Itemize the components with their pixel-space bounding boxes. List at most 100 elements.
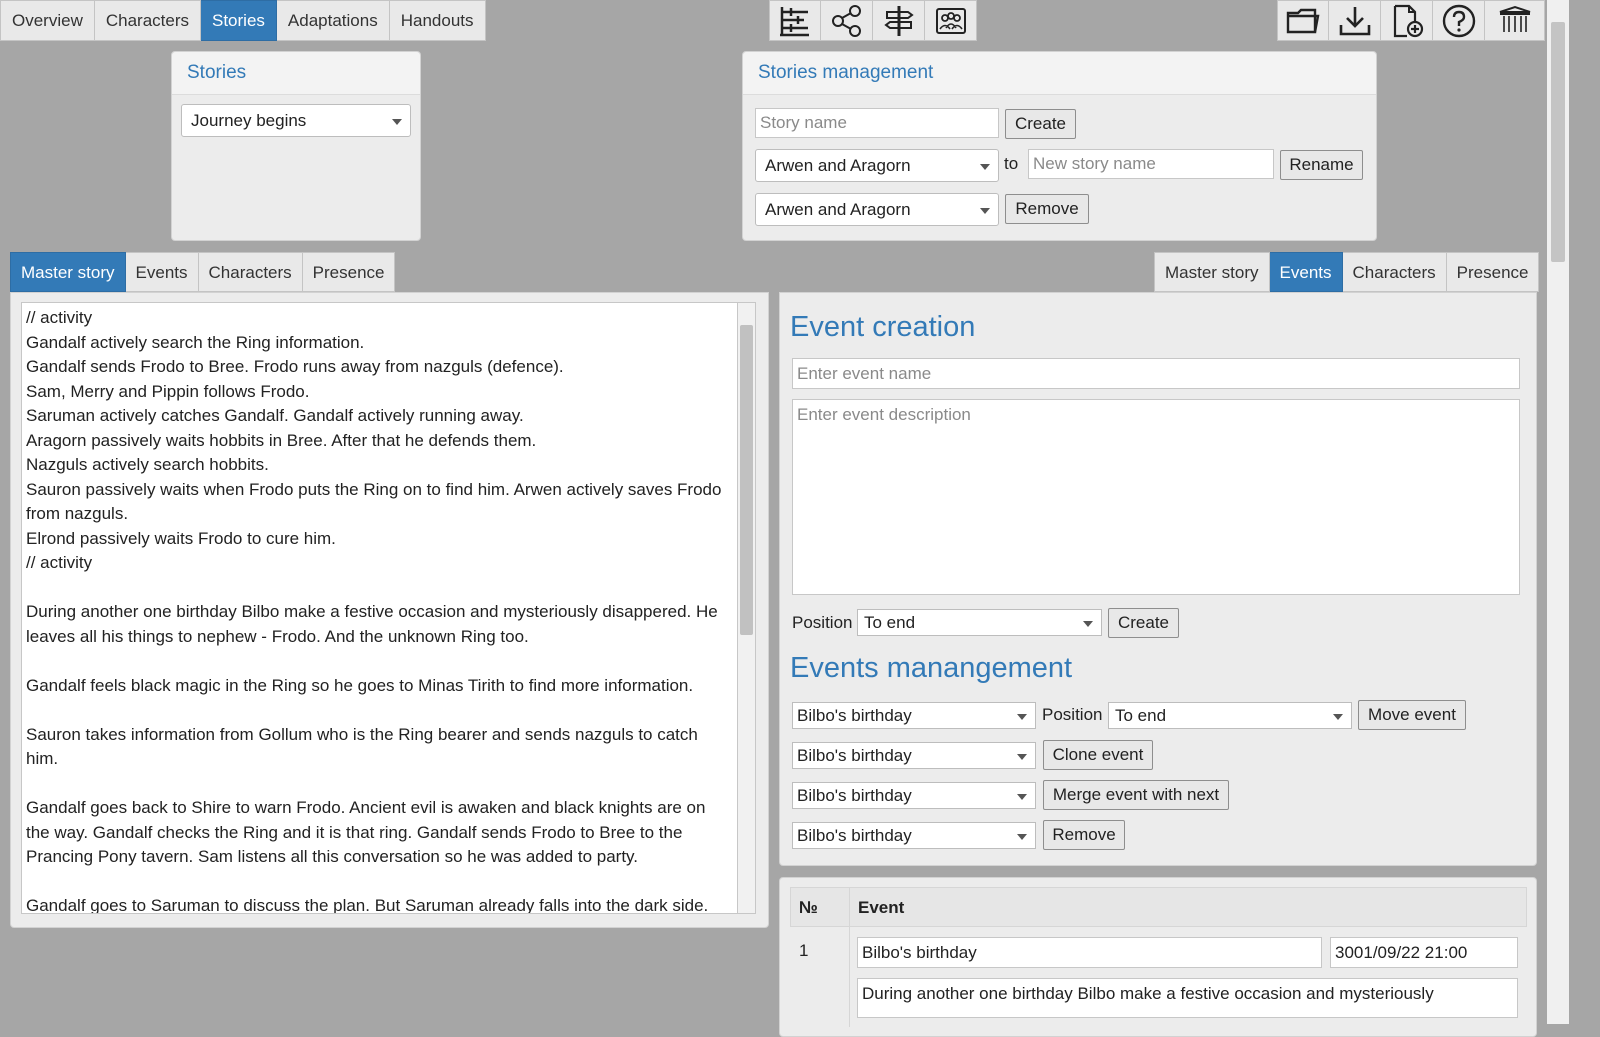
story-line: Elrond passively waits Frodo to cure him… — [26, 528, 336, 548]
left-tab-events[interactable]: Events — [125, 252, 199, 292]
event-position-select[interactable]: To end — [857, 609, 1102, 636]
timeline-icon — [780, 6, 809, 36]
col-number-header: № — [799, 898, 818, 917]
story-line: Saruman actively catches Gandalf. Gandal… — [26, 406, 524, 425]
chevron-down-icon — [1017, 794, 1027, 800]
master-story-textarea[interactable]: // activity Gandalf actively search the R… — [21, 302, 738, 914]
chevron-down-icon — [1017, 834, 1027, 840]
to-label: to — [1004, 154, 1019, 173]
story-select-value: Journey begins — [191, 111, 307, 130]
move-event-select-value: Bilbo's birthday — [797, 706, 912, 725]
group-button[interactable] — [925, 0, 977, 41]
story-line: Sam, Merry and Pippin follows Frodo. — [26, 381, 310, 401]
story-line: Sauron takes information from Gollum who… — [26, 724, 698, 744]
download-button[interactable] — [1329, 0, 1381, 41]
story-line — [26, 576, 733, 601]
rename-story-button[interactable]: Rename — [1280, 150, 1363, 180]
story-line: Nazguls actively search hobbits. — [26, 455, 269, 474]
new-story-name-input[interactable] — [1028, 149, 1274, 179]
open-button[interactable] — [1277, 0, 1329, 41]
story-name-input[interactable] — [755, 108, 999, 138]
master-story-scroll-thumb[interactable] — [740, 325, 753, 635]
chevron-down-icon — [980, 164, 990, 170]
nav-tab-overview[interactable]: Overview — [0, 0, 95, 41]
share-network-icon — [831, 4, 861, 37]
story-line — [26, 772, 733, 797]
group-photo-icon — [935, 7, 966, 34]
event-creation-title: Event creation — [790, 311, 976, 343]
event-description-textarea[interactable] — [792, 399, 1520, 595]
rename-story-select-value: Arwen and Aragorn — [765, 156, 911, 175]
remove-story-select-value: Arwen and Aragorn — [765, 200, 911, 219]
stories-panel: Stories — [171, 51, 421, 241]
move-position-select[interactable]: To end — [1108, 702, 1352, 729]
new-document-icon — [1393, 4, 1423, 37]
new-document-button[interactable] — [1381, 0, 1433, 41]
timeline-button[interactable] — [769, 0, 821, 41]
right-tab-characters[interactable]: Characters — [1342, 252, 1447, 292]
chevron-down-icon — [1017, 714, 1027, 720]
story-line: Gandalf goes back to Shire to warn Frodo… — [26, 798, 706, 817]
right-tab-events[interactable]: Events — [1269, 252, 1343, 292]
nav-tab-stories[interactable]: Stories — [201, 0, 277, 41]
nav-tab-adaptations[interactable]: Adaptations — [276, 0, 390, 41]
story-select[interactable]: Journey begins — [181, 104, 411, 137]
page-scrollbar[interactable] — [1547, 0, 1569, 1024]
event-row-name[interactable]: Bilbo's birthday — [857, 937, 1322, 968]
stories-management-title: Stories management — [743, 52, 1376, 95]
story-line: Gandalf goes to Saruman to discuss the p… — [26, 896, 709, 914]
nav-tab-handouts[interactable]: Handouts — [389, 0, 486, 41]
chevron-down-icon — [1017, 754, 1027, 760]
left-view-tabs: Master story Events Characters Presence — [10, 252, 396, 292]
story-line: Gandalf sends Frodo to Bree. Frodo runs … — [26, 357, 564, 376]
story-line: // activity — [26, 553, 93, 572]
social-network-button[interactable] — [821, 0, 873, 41]
remove-event-button[interactable]: Remove — [1043, 820, 1125, 850]
move-event-button[interactable]: Move event — [1358, 700, 1466, 730]
story-line: the way. Gandalf checks the Ring and it … — [26, 822, 683, 842]
signpost-icon — [883, 5, 914, 36]
remove-story-button[interactable]: Remove — [1005, 194, 1089, 224]
left-tab-master-story[interactable]: Master story — [10, 252, 126, 292]
merge-event-select[interactable]: Bilbo's birthday — [792, 782, 1036, 809]
left-tab-presence[interactable]: Presence — [302, 252, 396, 292]
story-line: Prancing Pony tavern. Sam listens all th… — [26, 847, 639, 866]
library-button[interactable] — [1485, 0, 1545, 41]
story-line: // activity — [26, 308, 93, 327]
nav-tab-characters[interactable]: Characters — [94, 0, 201, 41]
merge-event-button[interactable]: Merge event with next — [1043, 780, 1229, 810]
story-line: Sauron passively waits when Frodo puts t… — [26, 479, 722, 499]
clone-event-button[interactable]: Clone event — [1043, 740, 1153, 770]
create-event-button[interactable]: Create — [1108, 608, 1179, 638]
create-story-button[interactable]: Create — [1005, 109, 1076, 139]
story-line: him. — [26, 749, 59, 768]
remove-story-select[interactable]: Arwen and Aragorn — [755, 193, 999, 226]
right-view-tabs: Master story Events Characters Presence — [1154, 252, 1540, 292]
event-row-number: 1 — [799, 941, 809, 960]
event-position-value: To end — [864, 613, 916, 632]
left-tab-characters[interactable]: Characters — [198, 252, 303, 292]
move-position-value: To end — [1115, 706, 1167, 725]
move-position-label: Position — [1042, 705, 1103, 724]
story-line — [26, 698, 733, 723]
signpost-button[interactable] — [873, 0, 925, 41]
event-row-description[interactable]: During another one birthday Bilbo make a… — [857, 978, 1518, 1018]
move-event-select[interactable]: Bilbo's birthday — [792, 702, 1036, 729]
clone-event-select[interactable]: Bilbo's birthday — [792, 742, 1036, 769]
col-event-header: Event — [858, 898, 905, 917]
right-tab-master-story[interactable]: Master story — [1154, 252, 1270, 292]
help-icon — [1442, 4, 1475, 37]
page-scroll-thumb[interactable] — [1551, 22, 1565, 262]
open-folder-icon — [1286, 8, 1320, 33]
right-tab-presence[interactable]: Presence — [1446, 252, 1540, 292]
story-line — [26, 649, 733, 674]
help-button[interactable] — [1433, 0, 1485, 41]
remove-event-select[interactable]: Bilbo's birthday — [792, 822, 1036, 849]
chevron-down-icon — [1083, 621, 1093, 627]
rename-story-select[interactable]: Arwen and Aragorn — [755, 149, 999, 182]
master-story-scrollbar[interactable] — [738, 302, 756, 914]
event-name-input[interactable] — [792, 358, 1520, 389]
event-row-datetime[interactable]: 3001/09/22 21:00 — [1330, 937, 1518, 968]
download-icon — [1339, 6, 1370, 35]
chevron-down-icon — [392, 119, 402, 125]
